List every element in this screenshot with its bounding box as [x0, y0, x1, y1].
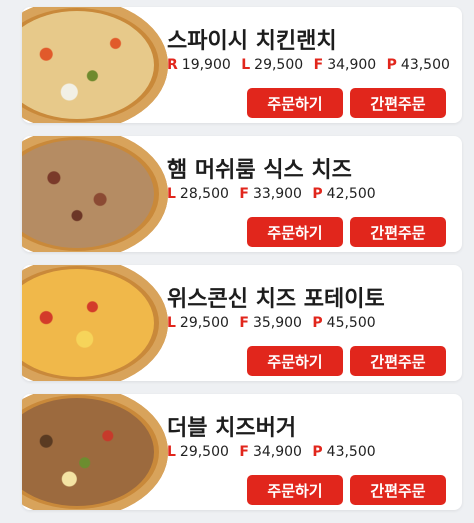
- quick-order-button[interactable]: 간편주문: [350, 88, 446, 118]
- quick-order-button[interactable]: 간편주문: [350, 346, 446, 376]
- price-value: 45,500: [326, 315, 376, 331]
- price-value: 33,900: [252, 186, 302, 202]
- size-label: P: [386, 57, 397, 73]
- price-value: 29,500: [179, 315, 229, 331]
- order-button[interactable]: 주문하기: [247, 88, 343, 118]
- price-value: 42,500: [326, 186, 376, 202]
- pizza-name: 위스콘신 치즈 포테이토: [167, 287, 385, 312]
- size-label: F: [313, 57, 324, 73]
- pizza-image[interactable]: [22, 136, 168, 252]
- price-value: 34,900: [252, 444, 302, 460]
- pizza-name: 햄 머쉬룸 식스 치즈: [167, 158, 352, 183]
- price-list: L 28,500 F 33,900 P 42,500: [167, 186, 382, 202]
- size-label: F: [239, 444, 249, 460]
- pizza-card: 위스콘신 치즈 포테이토 L 29,500 F 35,900 P 45,500 주문하…: [22, 265, 462, 381]
- pizza-name: 더블 치즈버거: [167, 416, 297, 441]
- pizza-image[interactable]: [22, 394, 168, 510]
- price-value: 28,500: [179, 186, 229, 202]
- size-label: L: [167, 444, 176, 460]
- price-list: L 29,500 F 34,900 P 43,500: [167, 444, 382, 460]
- pizza-card: 햄 머쉬룸 식스 치즈 L 28,500 F 33,900 P 42,500 주문하기…: [22, 136, 462, 252]
- price-value: 29,500: [179, 444, 229, 460]
- size-label: F: [239, 186, 249, 202]
- quick-order-button[interactable]: 간편주문: [350, 217, 446, 247]
- pizza-card: 스파이시 치킨랜치 R 19,900 L 29,500 F 34,900 P 43,50…: [22, 7, 462, 123]
- price-value: 29,500: [254, 57, 304, 73]
- order-button[interactable]: 주문하기: [247, 346, 343, 376]
- price-value: 43,500: [400, 57, 450, 73]
- size-label: R: [167, 57, 178, 73]
- size-label: F: [239, 315, 249, 331]
- size-label: P: [312, 186, 323, 202]
- quick-order-button[interactable]: 간편주문: [350, 475, 446, 505]
- order-button[interactable]: 주문하기: [247, 475, 343, 505]
- pizza-card: 더블 치즈버거 L 29,500 F 34,900 P 43,500 주문하기 간편주…: [22, 394, 462, 510]
- size-label: P: [312, 444, 323, 460]
- pizza-image[interactable]: [22, 265, 168, 381]
- order-button[interactable]: 주문하기: [247, 217, 343, 247]
- size-label: L: [167, 315, 176, 331]
- size-label: P: [312, 315, 323, 331]
- pizza-image[interactable]: [22, 7, 168, 123]
- price-list: R 19,900 L 29,500 F 34,900 P 43,500: [167, 57, 456, 73]
- price-value: 43,500: [326, 444, 376, 460]
- price-value: 19,900: [181, 57, 231, 73]
- size-label: L: [167, 186, 176, 202]
- price-value: 34,900: [327, 57, 377, 73]
- size-label: L: [241, 57, 251, 73]
- pizza-name: 스파이시 치킨랜치: [167, 29, 337, 54]
- price-value: 35,900: [252, 315, 302, 331]
- price-list: L 29,500 F 35,900 P 45,500: [167, 315, 382, 331]
